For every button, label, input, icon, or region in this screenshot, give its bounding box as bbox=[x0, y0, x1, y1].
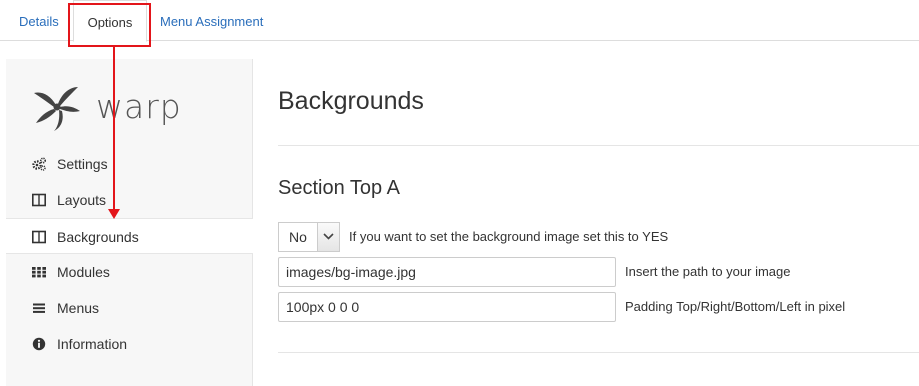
grid-icon bbox=[32, 267, 46, 278]
sidebar-item-information[interactable]: Information bbox=[6, 326, 253, 362]
select-value: No bbox=[289, 229, 307, 245]
sidebar-item-menus[interactable]: Menus bbox=[6, 290, 253, 326]
padding-help: Padding Top/Right/Bottom/Left in pixel bbox=[625, 299, 846, 314]
section-title: Section Top A bbox=[278, 177, 400, 199]
sidebar-item-label: Settings bbox=[57, 156, 108, 172]
divider bbox=[278, 145, 919, 146]
background-toggle-help: If you want to set the background image … bbox=[349, 229, 669, 244]
logo-text: warp bbox=[96, 87, 182, 126]
tab-bar: Details Options Menu Assignment bbox=[0, 0, 919, 42]
image-path-input[interactable] bbox=[278, 257, 616, 287]
tab-menu-assignment[interactable]: Menu Assignment bbox=[160, 0, 263, 41]
sidebar-item-backgrounds[interactable]: Backgrounds bbox=[6, 218, 253, 254]
image-path-help: Insert the path to your image bbox=[625, 264, 791, 279]
divider bbox=[278, 352, 919, 353]
warp-logo: warp bbox=[32, 83, 192, 133]
columns-icon bbox=[32, 230, 46, 244]
sidebar-item-modules[interactable]: Modules bbox=[6, 254, 253, 290]
padding-input[interactable] bbox=[278, 292, 616, 322]
columns-icon bbox=[32, 193, 46, 207]
sidebar-item-settings[interactable]: Settings bbox=[6, 146, 253, 182]
tab-options[interactable]: Options bbox=[73, 0, 147, 42]
bars-icon bbox=[33, 303, 45, 313]
tab-details[interactable]: Details bbox=[19, 0, 59, 41]
main-content: Backgrounds Section Top A No If you want… bbox=[278, 59, 919, 386]
select-dropdown-button[interactable] bbox=[317, 223, 339, 251]
sidebar-item-label: Backgrounds bbox=[57, 229, 139, 245]
info-circle-icon bbox=[32, 337, 46, 351]
sidebar-nav: Settings Layouts Backgrounds Modules Men… bbox=[6, 146, 253, 362]
cogs-icon bbox=[32, 157, 46, 171]
sidebar: warp Settings Layouts Backgrounds Module… bbox=[6, 59, 253, 386]
warp-logo-icon bbox=[34, 87, 80, 131]
chevron-down-icon bbox=[323, 233, 334, 240]
sidebar-item-label: Information bbox=[57, 336, 128, 352]
background-toggle-select[interactable]: No bbox=[278, 222, 340, 252]
sidebar-item-label: Modules bbox=[57, 264, 110, 280]
sidebar-item-layouts[interactable]: Layouts bbox=[6, 182, 253, 218]
sidebar-item-label: Layouts bbox=[57, 192, 107, 208]
sidebar-item-label: Menus bbox=[57, 300, 100, 316]
page-title: Backgrounds bbox=[278, 87, 424, 115]
